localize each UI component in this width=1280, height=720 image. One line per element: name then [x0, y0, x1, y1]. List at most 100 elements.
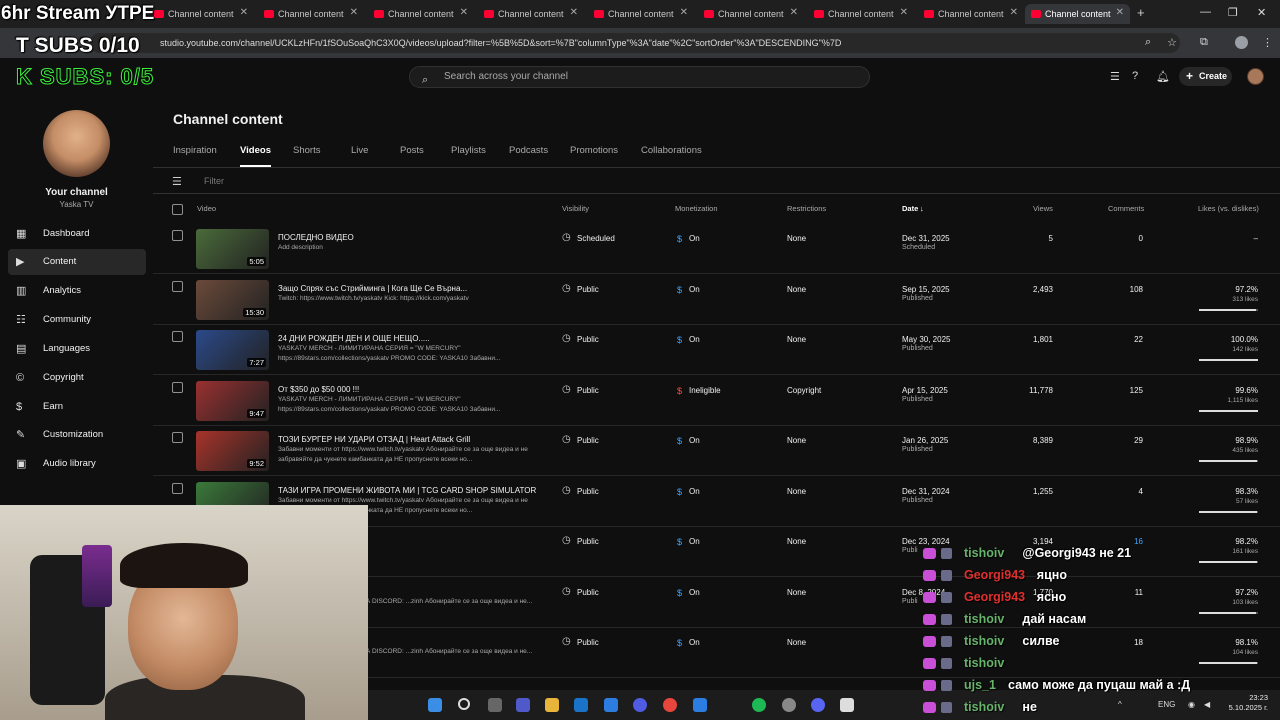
filter-icon[interactable]: ☰ [172, 175, 182, 188]
teams-icon[interactable] [516, 698, 530, 712]
video-thumbnail[interactable]: 9:52 [196, 431, 269, 471]
comments-count[interactable]: 108 [1083, 285, 1143, 294]
feedback-icon[interactable]: ☰ [1110, 70, 1120, 83]
restrictions-status[interactable]: None [787, 436, 806, 445]
spotify-icon[interactable] [752, 698, 766, 712]
close-icon[interactable]: ✕ [1116, 7, 1124, 18]
comments-count[interactable]: 125 [1083, 386, 1143, 395]
comments-count[interactable]: 29 [1083, 436, 1143, 445]
tab-videos[interactable]: Videos [240, 145, 271, 167]
close-icon[interactable]: ✕ [680, 7, 688, 18]
sidebar-item-dashboard[interactable]: ▦ Dashboard [8, 221, 146, 247]
tab-collaborations[interactable]: Collaborations [641, 145, 702, 156]
monetization-status[interactable]: On [675, 487, 700, 497]
video-thumbnail[interactable]: 15:30 [196, 279, 269, 320]
comments-count[interactable]: 22 [1083, 335, 1143, 344]
visibility-status[interactable]: Public [562, 636, 599, 647]
close-icon[interactable]: ✕ [350, 7, 358, 18]
tab-promotions[interactable]: Promotions [570, 145, 618, 156]
video-title[interactable]: ПОСЛЕДНО ВИДЕО [278, 233, 548, 242]
restrictions-status[interactable]: Copyright [787, 386, 821, 395]
restrictions-status[interactable]: None [787, 285, 806, 294]
app-icon[interactable] [693, 698, 707, 712]
app-icon[interactable] [840, 698, 854, 712]
monetization-status[interactable]: On [675, 436, 700, 446]
monetization-status[interactable]: On [675, 588, 700, 598]
minimize-icon[interactable]: — [1200, 6, 1211, 18]
restrictions-status[interactable]: None [787, 588, 806, 597]
browser-menu-icon[interactable]: ⋮ [1262, 36, 1273, 49]
search-input[interactable]: ⌕ Search across your channel [409, 66, 870, 88]
row-checkbox[interactable] [172, 230, 183, 241]
browser-tab[interactable]: Channel content ✕ [588, 4, 694, 24]
sidebar-item-languages[interactable]: ▤ Languages [8, 336, 146, 362]
file-explorer-icon[interactable] [545, 698, 559, 712]
outlook-icon[interactable] [574, 698, 588, 712]
visibility-status[interactable]: Public [562, 283, 599, 294]
table-row[interactable]: 7:27 24 ДНИ РОЖДЕН ДЕН И ОЩЕ НЕЩО..... YAS… [153, 325, 1280, 375]
filter-input[interactable]: Filter [204, 176, 224, 186]
table-row[interactable]: 9:47 От $350 до $50 000 !!! YASKATV MERCH … [153, 376, 1280, 426]
avatar[interactable] [1247, 68, 1264, 85]
visibility-status[interactable]: Public [562, 333, 599, 344]
video-thumbnail[interactable]: 7:27 [196, 330, 269, 370]
visibility-status[interactable]: Public [562, 485, 599, 496]
comments-count[interactable]: 0 [1083, 234, 1143, 243]
close-icon[interactable]: ✕ [570, 7, 578, 18]
tab-podcasts[interactable]: Podcasts [509, 145, 548, 156]
tab-live[interactable]: Live [351, 145, 368, 156]
tab-shorts[interactable]: Shorts [293, 145, 320, 156]
channel-avatar[interactable] [43, 110, 110, 177]
column-restrictions[interactable]: Restrictions [787, 204, 826, 213]
discord-icon[interactable] [811, 698, 825, 712]
column-comments[interactable]: Comments [1108, 204, 1144, 213]
chrome-icon[interactable] [663, 698, 677, 712]
task-view-icon[interactable] [488, 698, 502, 712]
restrictions-status[interactable]: None [787, 335, 806, 344]
video-title[interactable]: От $350 до $50 000 !!! [278, 385, 548, 394]
column-likes[interactable]: Likes (vs. dislikes) [1198, 204, 1259, 213]
monetization-status[interactable]: On [675, 234, 700, 244]
row-checkbox[interactable] [172, 381, 183, 393]
row-checkbox[interactable] [172, 432, 183, 443]
url-field[interactable]: studio.youtube.com/channel/UCKLzHFn/1fSO… [90, 33, 1180, 53]
row-checkbox[interactable] [172, 331, 183, 342]
visibility-status[interactable]: Public [562, 535, 599, 546]
table-row[interactable]: 15:30 Защо Спрях със Стрийминга | Кога Ще… [153, 275, 1280, 325]
video-title[interactable]: ТОЗИ БУРГЕР НИ УДАРИ ОТЗАД | Heart Attac… [278, 435, 548, 444]
table-row[interactable]: 9:52 ТОЗИ БУРГЕР НИ УДАРИ ОТЗАД | Heart A… [153, 426, 1280, 476]
browser-tab[interactable]: Channel content ✕ [918, 4, 1024, 24]
browser-tab[interactable]: Channel content ✕ [368, 4, 474, 24]
sidebar-item-customization[interactable]: ✎ Customization [8, 422, 146, 448]
browser-tab[interactable]: Channel content ✕ [258, 4, 364, 24]
bell-icon[interactable]: 🔔︎ [1156, 70, 1170, 83]
video-title[interactable]: Защо Спрях със Стрийминга | Кога Ще Се В… [278, 284, 548, 293]
visibility-status[interactable]: Public [562, 384, 599, 395]
video-title[interactable]: 24 ДНИ РОЖДЕН ДЕН И ОЩЕ НЕЩО..... [278, 334, 548, 343]
video-title[interactable]: ТАЗИ ИГРА ПРОМЕНИ ЖИВОТА МИ | TCG CARD S… [278, 486, 548, 495]
sidebar-item-analytics[interactable]: ▥ Analytics [8, 278, 146, 304]
column-views[interactable]: Views [1033, 204, 1053, 213]
app-icon[interactable] [604, 698, 618, 712]
table-row[interactable]: 5:05 ПОСЛЕДНО ВИДЕО Add description Schedul… [153, 224, 1280, 274]
help-icon[interactable]: ? [1132, 70, 1138, 82]
windows-start-icon[interactable] [428, 698, 442, 712]
extensions-icon[interactable]: ⧉ [1200, 36, 1208, 49]
row-checkbox[interactable] [172, 482, 183, 494]
sidebar-item-copyright[interactable]: © Copyright [8, 365, 146, 391]
browser-profile-avatar[interactable] [1235, 36, 1248, 49]
new-tab-icon[interactable]: + [1137, 5, 1145, 20]
column-visibility[interactable]: Visibility [562, 204, 589, 213]
browser-tab[interactable]: Channel content ✕ [808, 4, 914, 24]
visibility-status[interactable]: Public [562, 434, 599, 445]
close-icon[interactable]: ✕ [900, 7, 908, 18]
video-thumbnail[interactable]: 9:47 [196, 380, 269, 421]
tab-playlists[interactable]: Playlists [451, 145, 486, 156]
monetization-status[interactable]: On [675, 537, 700, 547]
monetization-status[interactable]: On [675, 285, 700, 295]
column-monetization[interactable]: Monetization [675, 204, 718, 213]
restrictions-status[interactable]: None [787, 234, 806, 243]
close-window-icon[interactable]: ✕ [1257, 6, 1266, 19]
restrictions-status[interactable]: None [787, 537, 806, 546]
visibility-status[interactable]: Public [562, 586, 599, 597]
